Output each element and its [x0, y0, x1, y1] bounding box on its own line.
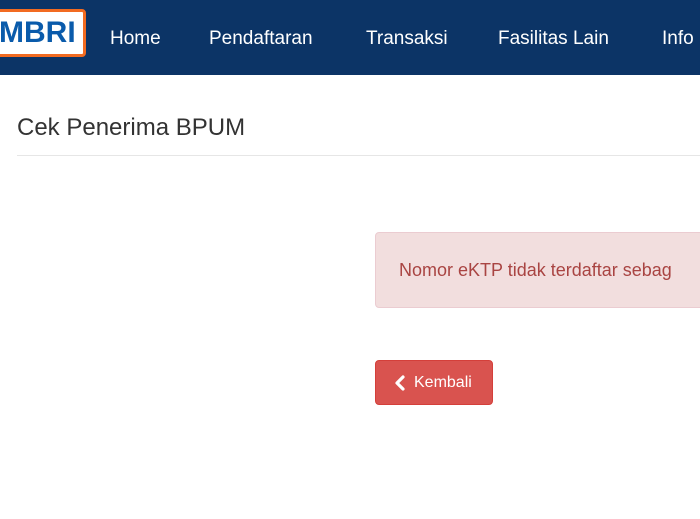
error-alert: Nomor eKTP tidak terdaftar sebag [375, 232, 700, 308]
back-button[interactable]: Kembali [375, 360, 493, 405]
back-button-label: Kembali [414, 374, 472, 391]
nav-item-fasilitas-lain[interactable]: Fasilitas Lain [498, 27, 609, 51]
top-navbar: MBRI Home Pendaftaran Transaksi Fasilita… [0, 0, 700, 75]
alert-message: Nomor eKTP tidak terdaftar sebag [399, 260, 672, 280]
title-divider [17, 155, 700, 156]
nav-item-pendaftaran[interactable]: Pendaftaran [209, 27, 313, 51]
nav-item-info[interactable]: Info [662, 27, 694, 51]
bri-logo[interactable]: MBRI [0, 9, 86, 57]
page-title: Cek Penerima BPUM [17, 114, 246, 141]
nav-item-transaksi[interactable]: Transaksi [366, 27, 448, 51]
nav-item-home[interactable]: Home [110, 27, 161, 51]
chevron-left-icon [395, 375, 405, 391]
logo-text: MBRI [0, 16, 76, 49]
